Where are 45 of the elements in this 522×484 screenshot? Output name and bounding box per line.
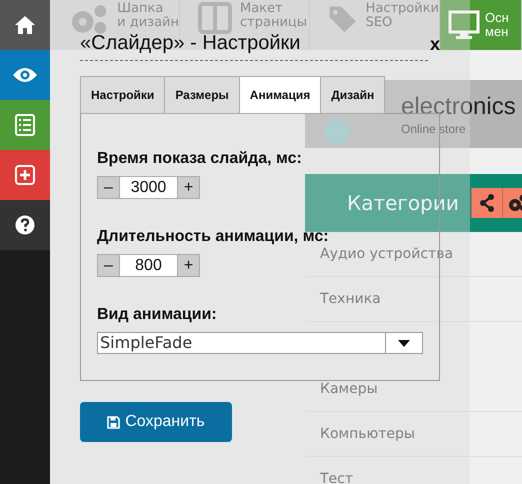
list-icon [15,114,35,136]
number-input[interactable]: 3000 [120,176,177,199]
category-link[interactable]: Компьютеры [320,426,415,442]
tab[interactable]: Настройки [80,76,164,114]
save-button[interactable]: Сохранить [80,402,232,442]
tab[interactable]: Дизайн [320,76,386,114]
toolbar-label[interactable]: мен [485,25,508,39]
category-link[interactable]: Тест [320,471,354,484]
layout-icon [198,2,232,34]
dialog-title: «Слайдер» - Настройки [80,32,300,55]
increment-button[interactable]: + [177,254,200,277]
field-label: Вид анимации: [97,306,218,324]
toolbar-label[interactable]: SEO [366,16,392,30]
decrement-button[interactable]: – [97,254,120,277]
field-label: Время показа слайда, мс: [97,150,303,168]
sidebar-item[interactable] [0,200,50,250]
settings-icon [508,194,522,212]
close-button[interactable]: x [430,34,440,55]
add-icon [15,165,35,185]
help-icon [15,215,35,235]
share-button[interactable] [470,188,502,218]
increment-button[interactable]: + [177,176,200,199]
logo-text: electronics [401,92,516,122]
toolbar-label[interactable]: Осн [485,11,509,25]
sidebar-item[interactable] [0,0,50,50]
category-link[interactable]: Камеры [320,381,378,397]
number-input[interactable]: 800 [120,254,177,277]
toolbar-label[interactable]: и дизайн [117,16,179,30]
animation-select[interactable]: SimpleFade [97,332,423,354]
share-icon [478,194,495,212]
dropdown-caret-icon [398,340,410,346]
decrement-button[interactable]: – [97,176,120,199]
home-icon [14,15,36,35]
monitor-icon [448,10,480,40]
categories-bar[interactable]: Категории [305,174,522,232]
toolbar-label[interactable]: Шапка [117,2,164,16]
toolbar-label[interactable]: страницы [240,16,307,30]
tab[interactable]: Анимация [238,76,320,114]
eye-icon [12,67,38,83]
toolbar-label[interactable]: Макет [240,2,283,16]
toolbar-label[interactable]: Настройки [366,2,439,16]
tab[interactable]: Размеры [164,76,239,114]
logo-tagline: Online store [401,122,467,136]
category-link[interactable]: Техника [320,291,381,307]
categories-label: Категории [347,191,459,215]
